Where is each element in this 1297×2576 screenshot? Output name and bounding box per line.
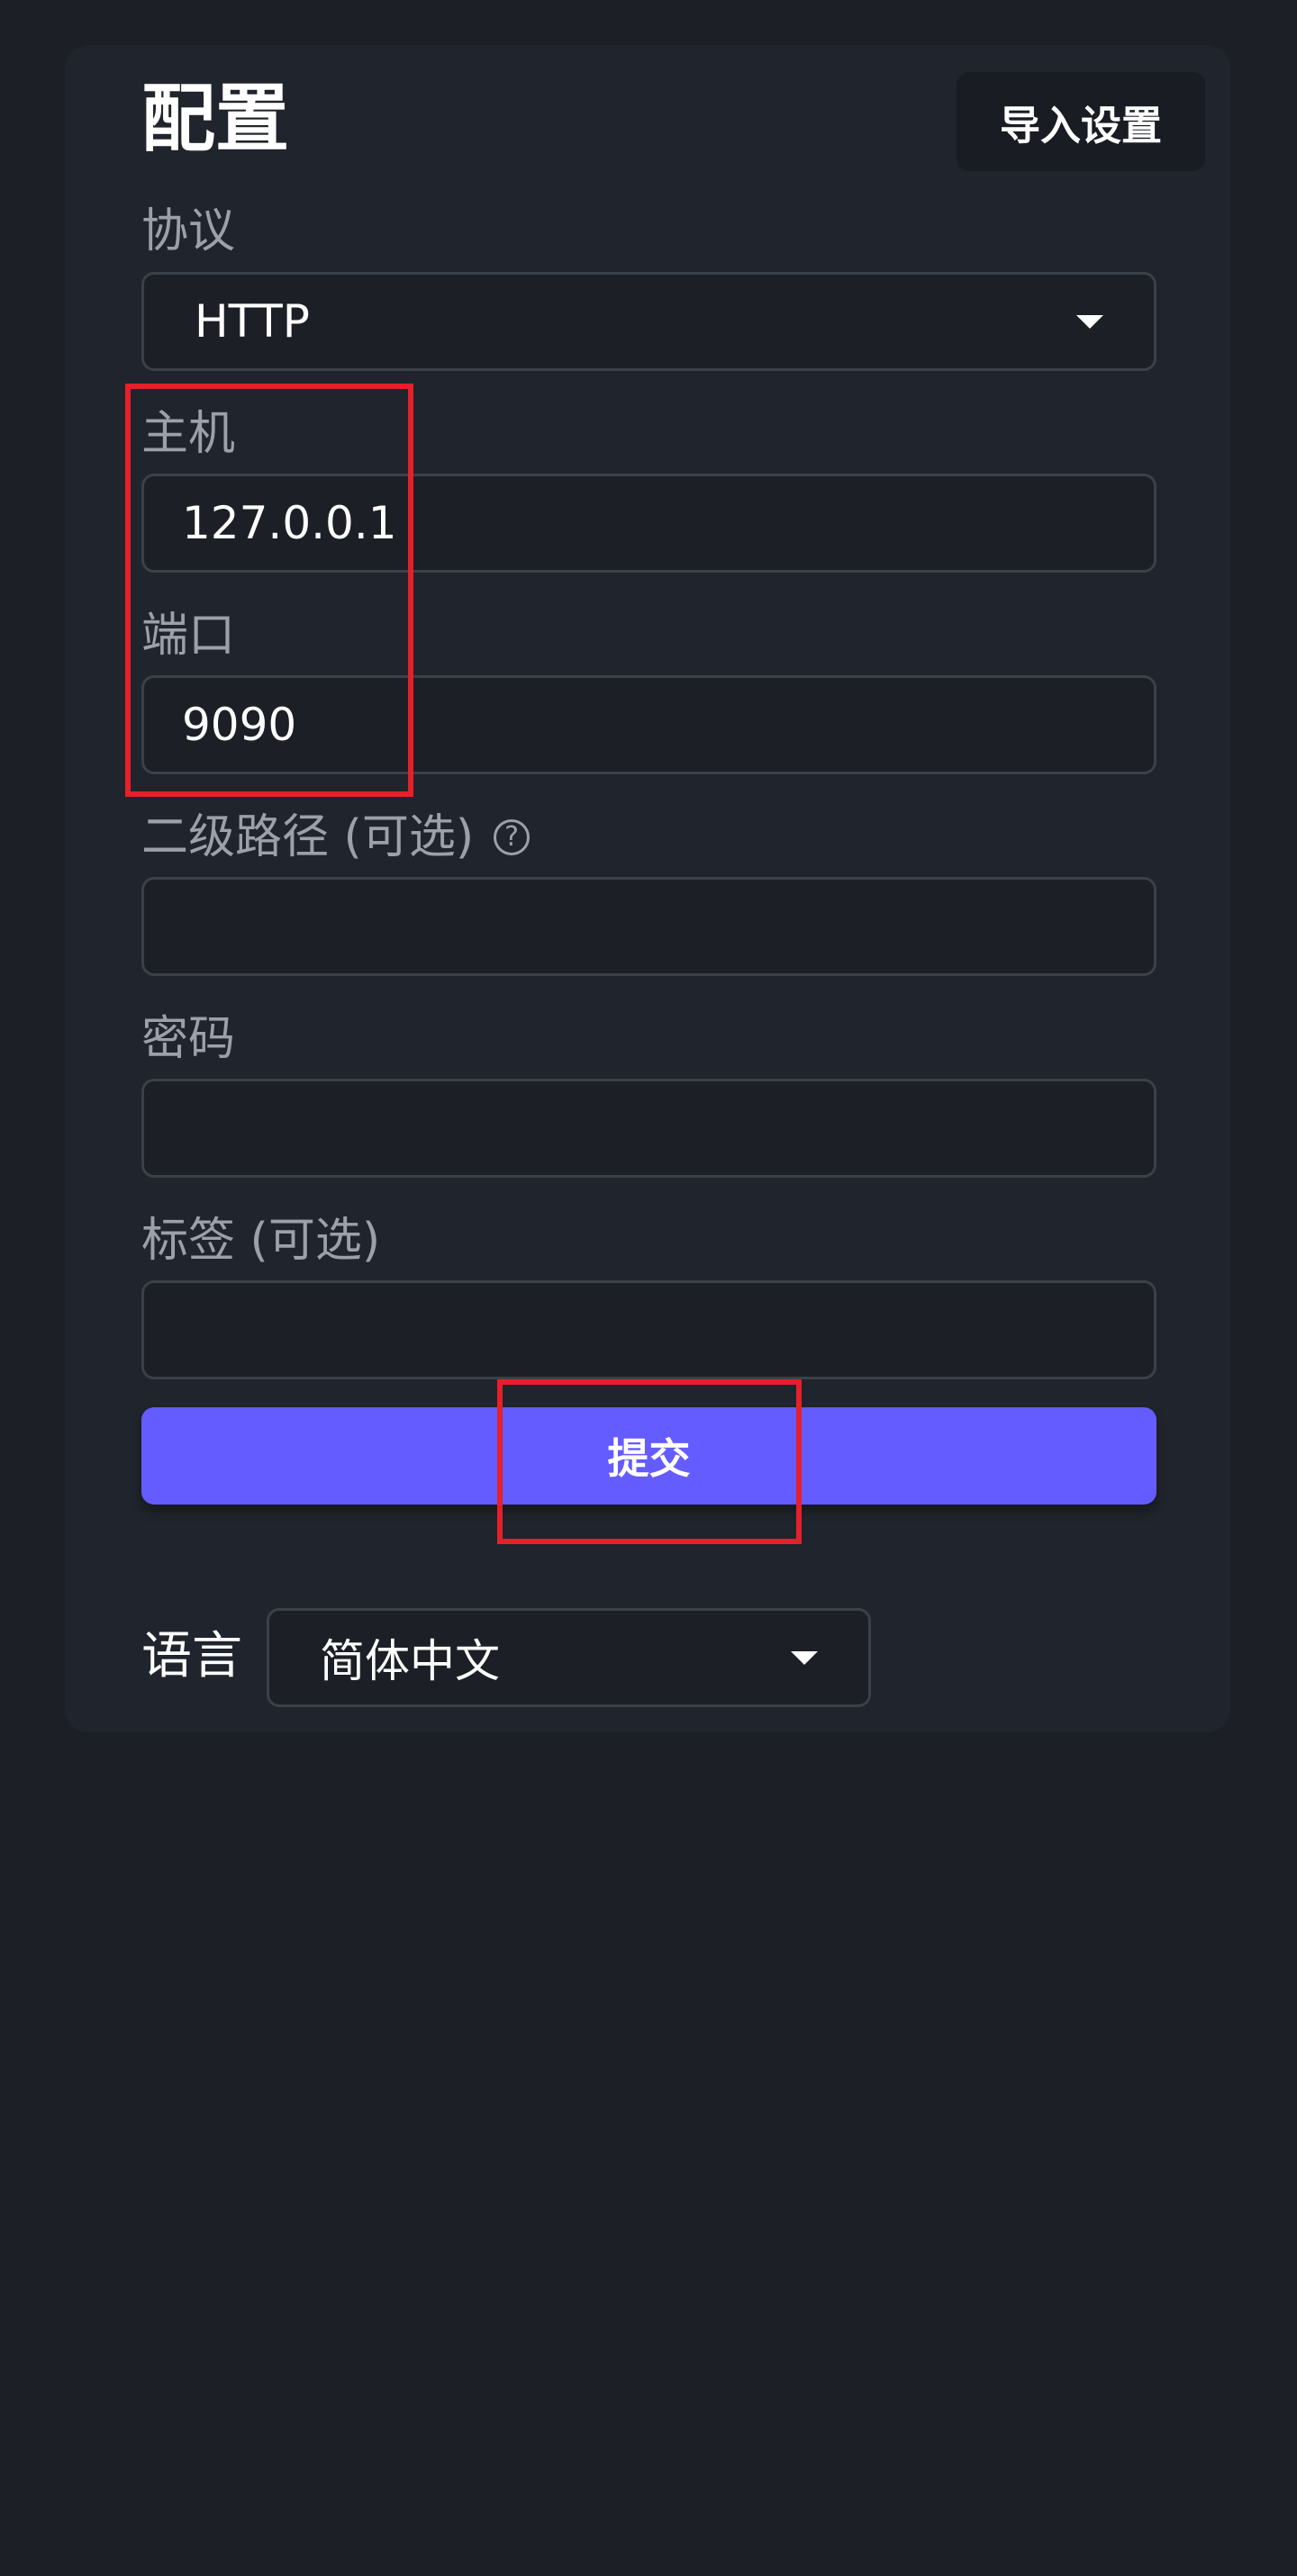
protocol-select[interactable]: HTTP <box>141 272 1156 371</box>
host-label: 主机 <box>141 407 236 461</box>
submit-button[interactable]: 提交 <box>141 1407 1156 1505</box>
subpath-label-row: 二级路径 (可选) ? <box>141 806 531 869</box>
subpath-field[interactable] <box>141 877 1156 976</box>
password-input[interactable] <box>182 1081 1154 1175</box>
host-field[interactable] <box>141 474 1156 573</box>
port-label: 端口 <box>141 609 236 663</box>
protocol-label: 协议 <box>141 204 236 258</box>
chevron-down-icon <box>1076 314 1103 329</box>
language-label: 语言 <box>141 1627 242 1686</box>
protocol-value: HTTP <box>195 295 310 348</box>
tag-input[interactable] <box>182 1283 1154 1377</box>
question-circle-icon[interactable]: ? <box>494 819 531 855</box>
port-input[interactable] <box>182 678 1154 772</box>
page-title: 配置 <box>141 77 290 162</box>
language-select[interactable]: 简体中文 <box>267 1608 871 1707</box>
tag-label: 标签 (可选) <box>141 1214 381 1268</box>
chevron-down-icon <box>791 1650 818 1665</box>
tag-field[interactable] <box>141 1280 1156 1379</box>
port-field[interactable] <box>141 675 1156 774</box>
password-field[interactable] <box>141 1079 1156 1178</box>
language-value: 简体中文 <box>320 1635 500 1687</box>
subpath-input[interactable] <box>182 880 1154 973</box>
host-input[interactable] <box>182 476 1154 570</box>
subpath-label: 二级路径 (可选) <box>141 810 475 864</box>
password-label: 密码 <box>141 1012 236 1066</box>
import-settings-button[interactable]: 导入设置 <box>957 72 1205 171</box>
